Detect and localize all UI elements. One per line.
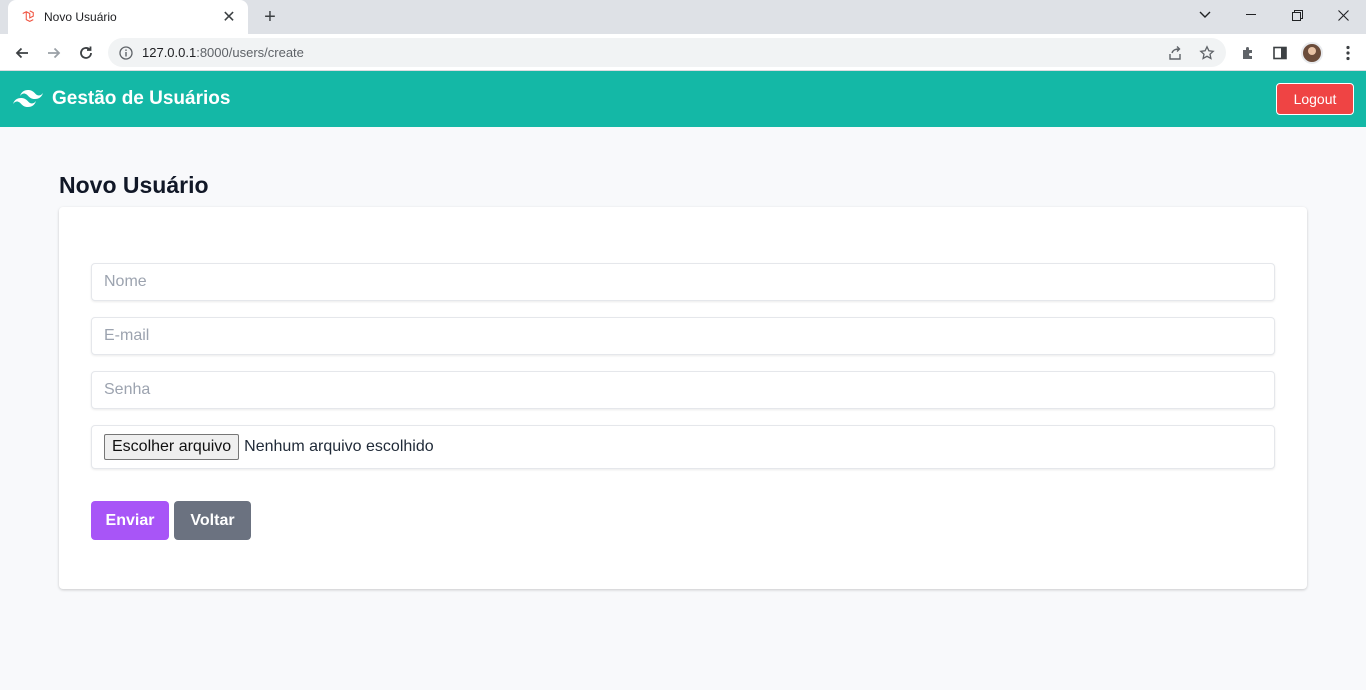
close-window-icon[interactable] [1320,0,1366,30]
minimize-icon[interactable] [1228,0,1274,30]
browser-tab[interactable]: Novo Usuário ✕ [8,0,248,34]
url-text: 127.0.0.1:8000/users/create [142,45,304,60]
form-card: Escolher arquivo Nenhum arquivo escolhid… [59,207,1307,589]
email-input[interactable] [91,317,1275,355]
bookmark-star-icon[interactable] [1194,40,1220,66]
back-arrow-icon[interactable] [8,39,36,67]
back-button[interactable]: Voltar [174,501,251,540]
laravel-favicon-icon [20,9,36,25]
tab-close-icon[interactable]: ✕ [220,8,238,26]
tab-search-icon[interactable] [1182,0,1228,30]
forward-arrow-icon[interactable] [40,39,68,67]
brand[interactable]: Gestão de Usuários [12,71,230,127]
submit-button[interactable]: Enviar [91,501,169,540]
tab-title: Novo Usuário [44,10,117,24]
browser-tabstrip: Novo Usuário ✕ + [0,0,1366,34]
password-input[interactable] [91,371,1275,409]
profile-avatar[interactable] [1298,39,1326,67]
site-info-icon[interactable] [118,45,134,61]
url-host: 127.0.0.1 [142,45,197,60]
file-status-text: Nenhum arquivo escolhido [244,438,434,455]
tailwind-logo-icon [13,90,43,107]
reload-icon[interactable] [72,39,100,67]
app-navbar: Gestão de Usuários Logout [0,71,1366,127]
url-path: :8000/users/create [196,45,304,60]
address-bar[interactable]: 127.0.0.1:8000/users/create [108,38,1226,67]
name-input[interactable] [91,263,1275,301]
browser-toolbar: 127.0.0.1:8000/users/create [0,34,1366,71]
file-upload-field: Escolher arquivo Nenhum arquivo escolhid… [91,425,1275,469]
share-icon[interactable] [1162,40,1188,66]
new-tab-button[interactable]: + [258,6,282,28]
extensions-puzzle-icon[interactable] [1234,39,1262,67]
side-panel-icon[interactable] [1266,39,1294,67]
choose-file-button[interactable]: Escolher arquivo [104,434,240,460]
page-title: Novo Usuário [59,172,209,198]
brand-name: Gestão de Usuários [52,88,231,109]
logout-button[interactable]: Logout [1276,83,1354,115]
restore-icon[interactable] [1274,0,1320,30]
profile-avatar-image [1301,42,1323,64]
browser-menu-icon[interactable] [1334,39,1362,67]
